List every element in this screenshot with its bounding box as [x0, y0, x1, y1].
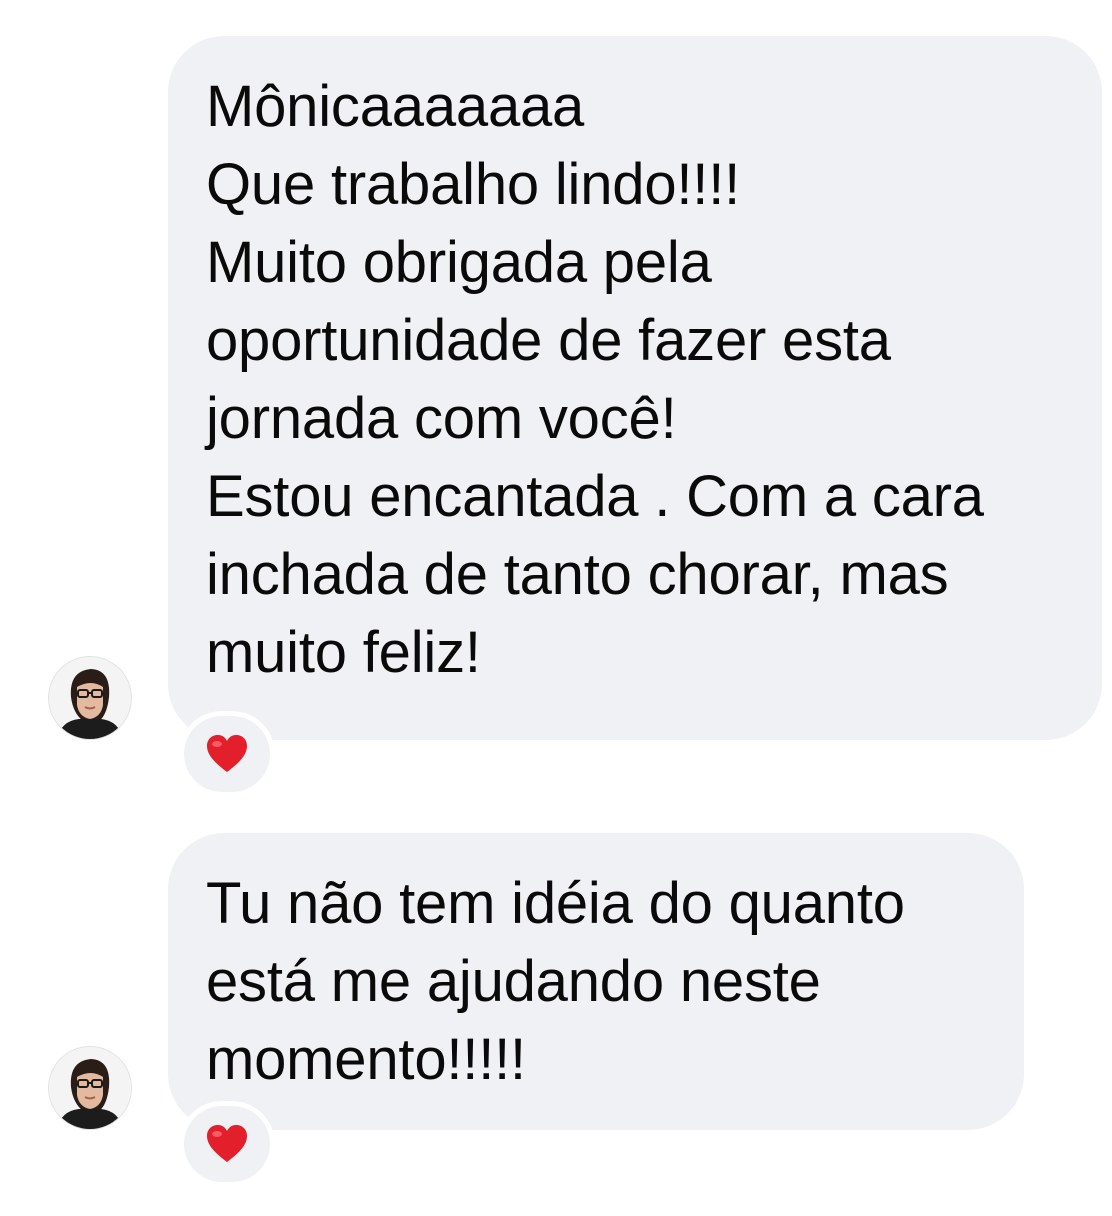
message-text-line: Que trabalho lindo!!!! [206, 152, 741, 217]
avatar-photo-icon [49, 1047, 131, 1129]
message-text-line: jornada com você! [206, 386, 677, 451]
sender-avatar[interactable] [49, 657, 131, 739]
message-text-line: Mônicaaaaaaa [206, 74, 585, 139]
message-text-line: Tu não tem idéia do quanto [206, 871, 905, 936]
reaction-badge[interactable] [184, 716, 270, 792]
reaction-badge[interactable] [184, 1106, 270, 1182]
avatar-photo-icon [49, 657, 131, 739]
message-text-line: Muito obrigada pela [206, 230, 712, 295]
sender-avatar[interactable] [49, 1047, 131, 1129]
heart-icon [205, 734, 249, 774]
message-text-line: inchada de tanto chorar, mas [206, 542, 949, 607]
message-text-line: muito feliz! [206, 620, 481, 685]
message-text-line: Estou encantada . Com a cara [206, 464, 984, 529]
message-bubble[interactable]: Tu não tem idéia do quanto está me ajuda… [168, 833, 1024, 1130]
heart-icon [205, 1124, 249, 1164]
message-bubble[interactable]: Mônicaaaaaaa Que trabalho lindo!!!! Muit… [168, 36, 1102, 740]
message-text-line: está me ajudando neste [206, 949, 821, 1014]
message-text-line: momento!!!!! [206, 1027, 526, 1092]
message-text-line: oportunidade de fazer esta [206, 308, 891, 373]
